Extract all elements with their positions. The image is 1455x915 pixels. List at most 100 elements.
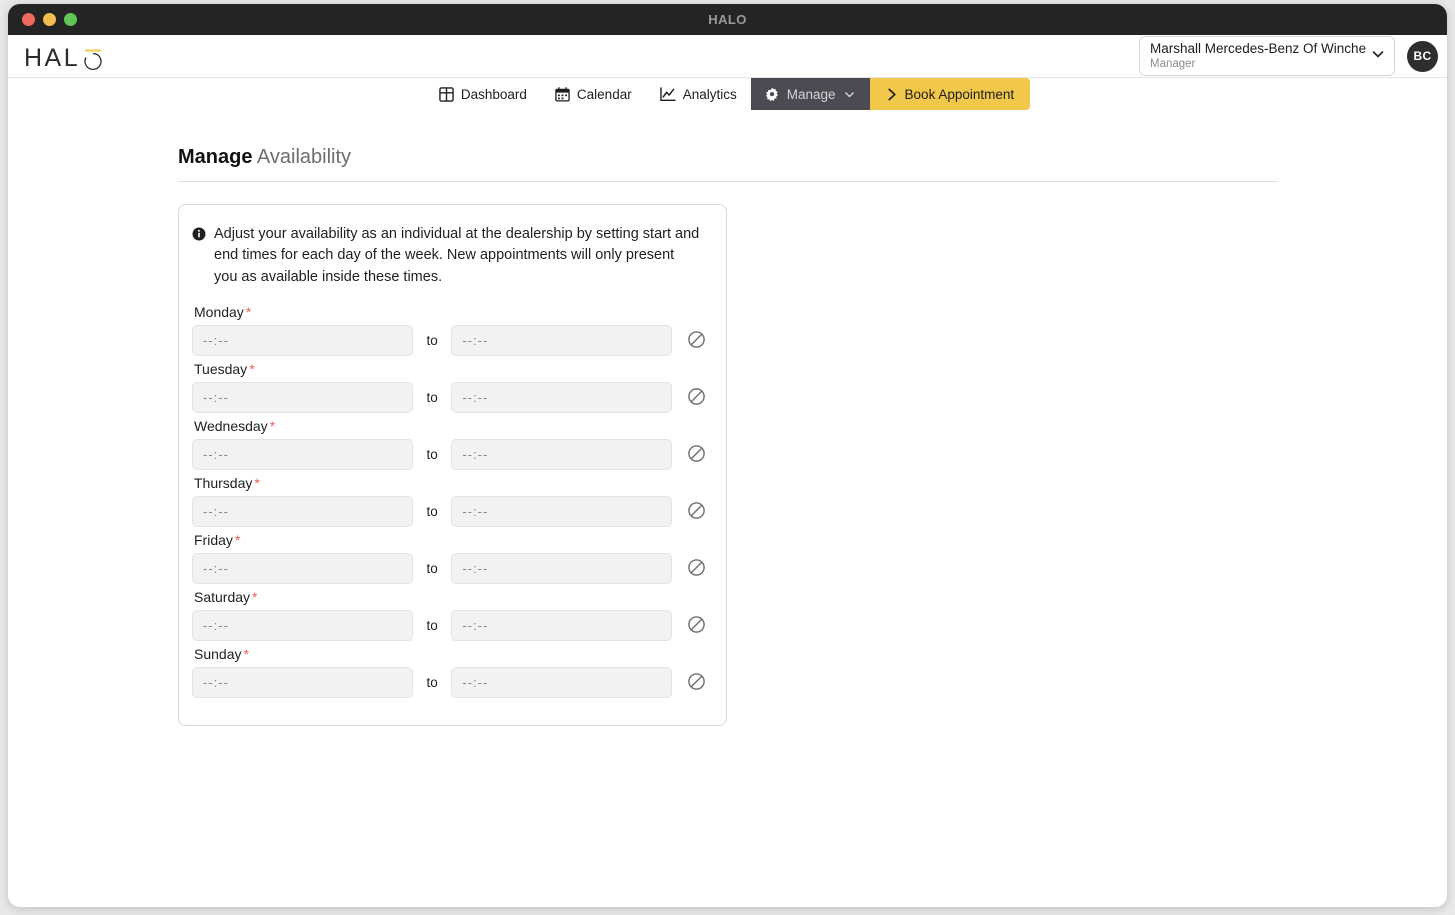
day-time-range: to	[192, 439, 706, 471]
availability-day-row: Tuesday* to	[192, 361, 706, 414]
prohibition-circle-slash-icon	[687, 672, 706, 694]
start-time-input[interactable]	[192, 325, 413, 357]
start-time-input[interactable]	[192, 610, 413, 642]
page-title-primary: Manage	[178, 146, 253, 168]
line-chart-icon	[659, 86, 676, 102]
nav-item-label: Book Appointment	[904, 86, 1015, 102]
window-title: HALO	[708, 12, 747, 27]
prohibition-circle-slash-icon	[687, 387, 706, 409]
clear-day-availability-button[interactable]	[686, 445, 706, 465]
calendar-icon	[555, 86, 570, 102]
to-label: to	[426, 447, 438, 463]
to-label: to	[426, 618, 438, 634]
nav-item-label: Analytics	[682, 86, 737, 102]
info-banner: Adjust your availability as an individua…	[192, 224, 706, 288]
availability-day-row: Sunday* to	[192, 646, 706, 699]
end-time-input[interactable]	[451, 382, 673, 414]
nav-item-label: Calendar	[576, 86, 632, 102]
required-marker: *	[234, 532, 241, 549]
day-name: Monday	[194, 304, 244, 321]
end-time-input[interactable]	[451, 439, 673, 471]
day-time-range: to	[192, 325, 706, 357]
day-name: Sunday	[194, 646, 242, 663]
window-controls	[22, 13, 77, 26]
to-label: to	[426, 390, 438, 406]
start-time-input[interactable]	[192, 667, 413, 699]
end-time-input[interactable]	[451, 667, 673, 699]
avatar[interactable]: BC	[1407, 40, 1438, 72]
day-label: Wednesday *	[192, 418, 706, 434]
prohibition-circle-slash-icon	[687, 615, 706, 637]
dealer-select[interactable]: Marshall Mercedes-Benz Of Winchester Man…	[1139, 36, 1395, 76]
day-time-range: to	[192, 496, 706, 528]
clear-day-availability-button[interactable]	[686, 673, 706, 693]
page-title: Manage Availability	[178, 146, 1278, 169]
browser-window: HALO HAL Marshall Mercedes-Benz Of Winch…	[8, 4, 1447, 907]
day-time-range: to	[192, 610, 706, 642]
day-name: Friday	[194, 532, 233, 549]
prohibition-circle-slash-icon	[687, 558, 706, 580]
clear-day-availability-button[interactable]	[686, 502, 706, 522]
availability-day-row: Monday* to	[192, 304, 706, 357]
nav-item-label: Dashboard	[460, 86, 527, 102]
dealer-role: Manager	[1150, 58, 1196, 71]
minimize-window-button[interactable]	[43, 13, 56, 26]
availability-day-row: Wednesday* to	[192, 418, 706, 471]
start-time-input[interactable]	[192, 553, 413, 585]
halo-logo[interactable]: HAL	[24, 41, 104, 71]
end-time-input[interactable]	[451, 553, 673, 585]
header-right-group: Marshall Mercedes-Benz Of Winchester Man…	[1139, 36, 1438, 76]
nav-item-label: Manage	[786, 86, 836, 102]
app-header: HAL Marshall Mercedes-Benz Of Winchester…	[8, 35, 1447, 78]
required-marker: *	[243, 646, 249, 663]
grid-icon	[439, 86, 454, 102]
page-title-secondary: Availability	[256, 146, 352, 168]
clear-day-availability-button[interactable]	[686, 331, 706, 351]
nav-item-book-appointment[interactable]: Book Appointment	[869, 78, 1031, 110]
nav-item-analytics[interactable]: Analytics	[645, 78, 751, 110]
clear-day-availability-button[interactable]	[686, 616, 706, 636]
required-marker: *	[245, 304, 252, 321]
clear-day-availability-button[interactable]	[686, 559, 706, 579]
info-circle-icon	[192, 227, 206, 288]
nav-item-calendar[interactable]: Calendar	[540, 78, 646, 110]
close-window-button[interactable]	[22, 13, 35, 26]
start-time-input[interactable]	[192, 382, 413, 414]
dealer-name: Marshall Mercedes-Benz Of Winchester	[1150, 40, 1366, 56]
page-content: Manage Availability Adjust your availabi…	[8, 110, 1447, 907]
gear-icon	[765, 87, 780, 102]
availability-day-list: Monday*toTuesday*toWednesday*toThursday*…	[192, 304, 706, 699]
to-label: to	[426, 333, 438, 349]
availability-day-row: Thursday* to	[192, 475, 706, 528]
main-nav-container: Dashboard Calendar Analytics Manage Book…	[8, 78, 1447, 110]
to-label: to	[426, 561, 438, 577]
start-time-input[interactable]	[192, 439, 413, 471]
to-label: to	[426, 504, 438, 520]
day-name: Tuesday	[194, 361, 248, 378]
day-label: Friday *	[192, 532, 706, 548]
availability-day-row: Saturday* to	[192, 589, 706, 642]
day-label: Saturday *	[192, 589, 706, 605]
end-time-input[interactable]	[451, 496, 673, 528]
start-time-input[interactable]	[192, 496, 413, 528]
day-name: Wednesday	[194, 418, 268, 435]
window-titlebar: HALO	[8, 4, 1447, 35]
chevron-down-icon	[1370, 46, 1386, 67]
chevron-down-icon	[843, 88, 856, 101]
prohibition-circle-slash-icon	[687, 444, 706, 466]
prohibition-circle-slash-icon	[687, 501, 706, 523]
nav-item-dashboard[interactable]: Dashboard	[424, 78, 541, 110]
nav-item-manage[interactable]: Manage	[750, 78, 870, 110]
required-marker: *	[269, 418, 276, 435]
end-time-input[interactable]	[451, 610, 673, 642]
day-label: Tuesday *	[192, 361, 706, 377]
clear-day-availability-button[interactable]	[686, 388, 706, 408]
chevron-right-icon	[886, 88, 898, 101]
prohibition-circle-slash-icon	[687, 330, 706, 352]
required-marker: *	[254, 475, 260, 492]
logo-wordmark: HAL	[24, 44, 81, 72]
maximize-window-button[interactable]	[64, 13, 77, 26]
end-time-input[interactable]	[451, 325, 673, 357]
main-nav: Dashboard Calendar Analytics Manage Book…	[424, 78, 1031, 110]
required-marker: *	[252, 589, 258, 606]
